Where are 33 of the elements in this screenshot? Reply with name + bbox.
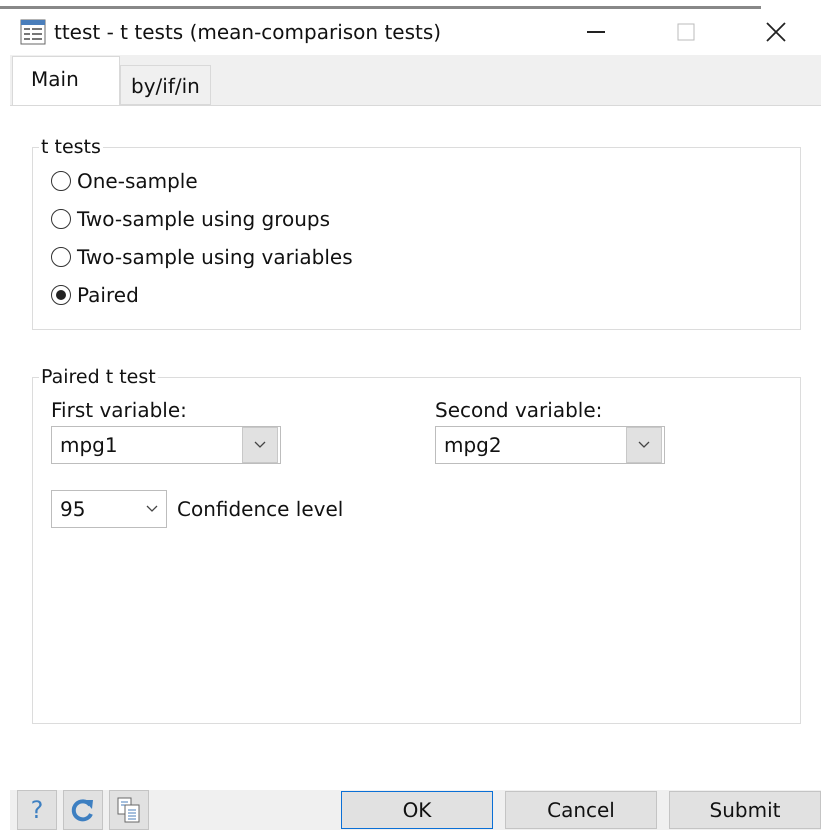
chevron-down-icon: [254, 441, 266, 449]
dialog-button[interactable]: Submit: [669, 791, 821, 829]
group-title: Paired t test: [40, 366, 157, 388]
tab[interactable]: by/if/in: [120, 65, 211, 105]
window-app-icon: [20, 19, 46, 46]
refresh-icon: [70, 797, 96, 823]
dialog-button[interactable]: OK: [341, 791, 493, 829]
radio-label: Two-sample using groups: [77, 207, 330, 231]
chevron-down-icon: [638, 441, 650, 449]
radio-label: Paired: [77, 283, 139, 307]
dialog-button[interactable]: Cancel: [505, 791, 657, 829]
radio-button[interactable]: [51, 247, 71, 267]
window-title: ttest - t tests (mean-comparison tests): [54, 20, 442, 44]
confidence-dropdown[interactable]: 95: [51, 490, 167, 528]
radio-button[interactable]: [51, 285, 71, 305]
maximize-icon: [677, 23, 695, 42]
copy-icon: [116, 796, 142, 824]
minimize-icon: [587, 31, 605, 34]
radio-button[interactable]: [51, 171, 71, 191]
field-label: Second variable:: [435, 398, 604, 422]
radio-label: Two-sample using variables: [77, 245, 353, 269]
group-title: t tests: [40, 136, 102, 158]
chevron-down-icon: [146, 505, 158, 513]
radio-button[interactable]: [51, 209, 71, 229]
radio-label: One-sample: [77, 169, 198, 193]
reset-button[interactable]: [63, 790, 103, 830]
close-icon: [766, 22, 786, 42]
variable-dropdown[interactable]: mpg1: [51, 426, 281, 464]
tab[interactable]: Main: [12, 56, 120, 105]
field-label: First variable:: [51, 398, 188, 422]
variable-dropdown[interactable]: mpg2: [435, 426, 665, 464]
copy-button[interactable]: [109, 790, 149, 830]
confidence-label: Confidence level: [177, 497, 344, 521]
